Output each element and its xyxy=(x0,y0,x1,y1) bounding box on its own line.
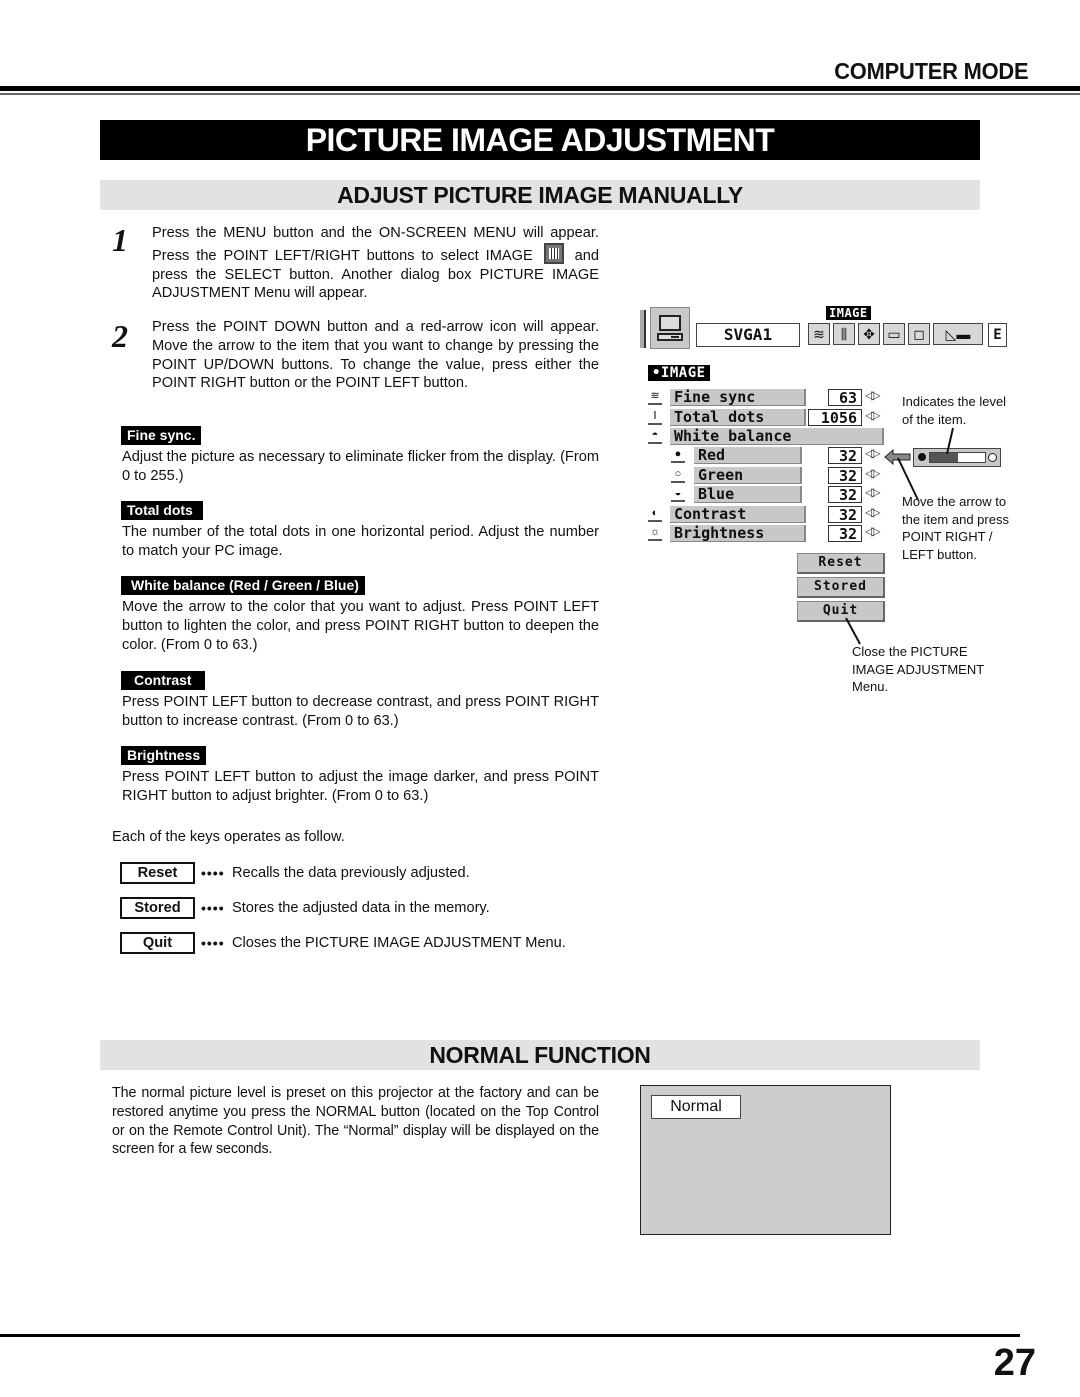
step-number: 2 xyxy=(112,318,128,354)
quit-key: Quit xyxy=(120,932,195,954)
osd-row-label[interactable]: Red xyxy=(694,447,802,464)
header-rule-thin xyxy=(0,93,1080,95)
fine-sync-icon[interactable]: ≋ xyxy=(808,323,830,345)
stored-key: Stored xyxy=(120,897,195,919)
computer-icon xyxy=(650,307,690,349)
image-adjust-icon[interactable]: ⫼ xyxy=(833,323,855,345)
reset-key: Reset xyxy=(120,862,195,884)
brightness-icon: ☼ xyxy=(648,525,662,541)
level-max-dot xyxy=(988,453,997,462)
osd-row-value: 63 xyxy=(828,389,862,407)
item-fine-sync: Fine sync. xyxy=(121,426,202,445)
item-description: Press POINT LEFT button to adjust the im… xyxy=(122,769,599,804)
osd-row-label[interactable]: Brightness xyxy=(670,525,806,542)
item-description: Adjust the picture as necessary to elimi… xyxy=(122,449,599,484)
item-tag: Brightness xyxy=(121,746,207,765)
fine-sync-icon: ≋ xyxy=(648,389,662,405)
item-description: The number of the total dots in one hori… xyxy=(122,524,599,559)
item-total-dots: Total dots xyxy=(121,501,203,520)
key-description: Recalls the data previously adjusted. xyxy=(232,865,470,881)
osd-row-label[interactable]: Total dots xyxy=(670,409,806,426)
chapter-label: COMPUTER MODE xyxy=(833,58,1028,84)
item-tag: Total dots xyxy=(121,501,203,520)
normal-description: The normal picture level is preset on th… xyxy=(112,1085,599,1158)
header-rule xyxy=(0,86,1080,91)
page-number: 27 xyxy=(993,1342,1036,1384)
keys-intro: Each of the keys operates as follow. xyxy=(112,829,345,845)
osd-row-label[interactable]: Fine sync xyxy=(670,389,806,406)
item-tag: Contrast xyxy=(121,671,205,690)
section-title-normal: NORMAL FUNCTION xyxy=(100,1040,980,1070)
red-icon: ● xyxy=(671,447,685,463)
osd-row-label[interactable]: Contrast xyxy=(670,506,806,523)
left-right-arrows-icon[interactable]: ◁▷ xyxy=(865,388,881,402)
position-icon[interactable]: ✥ xyxy=(858,323,880,345)
item-description: Press POINT LEFT button to decrease cont… xyxy=(122,694,599,729)
source-field: SVGA1 xyxy=(696,323,800,347)
image-adjust-icon xyxy=(543,242,564,264)
normal-osd-label: Normal xyxy=(651,1095,741,1119)
green-icon: ○ xyxy=(671,467,685,483)
leader-dots: •••• xyxy=(201,935,225,951)
step-number: 1 xyxy=(112,222,128,258)
quit-annotation: Close the PICTURE IMAGE ADJUSTMENT Menu. xyxy=(852,644,984,694)
item-brightness: Brightness xyxy=(121,746,207,765)
item-tag: Fine sync. xyxy=(121,426,202,445)
leader-dots: •••• xyxy=(201,865,225,881)
blue-icon: ◒ xyxy=(671,486,685,502)
topbar-truncated-item[interactable]: E xyxy=(988,323,1007,347)
step-1-text-a: Press the MENU button and the ON-SCREEN … xyxy=(152,225,599,264)
pc-adjust-icon[interactable]: ▭ xyxy=(883,323,905,345)
level-annotation: Indicates the level of the item. xyxy=(902,394,1007,427)
osd-row-label[interactable]: Blue xyxy=(694,486,802,503)
osd-topbar-separator xyxy=(640,310,646,348)
osd-row-label[interactable]: Green xyxy=(694,467,802,484)
leader-dots: •••• xyxy=(201,900,225,916)
screen-icon[interactable]: ◻ xyxy=(908,323,930,345)
footer-rule xyxy=(0,1334,1020,1337)
key-description: Closes the PICTURE IMAGE ADJUSTMENT Menu… xyxy=(232,935,566,951)
osd-menu-title: •IMAGE xyxy=(648,365,710,381)
item-white-balance: White balance (Red / Green / Blue) xyxy=(121,576,365,595)
section-title-manual: ADJUST PICTURE IMAGE MANUALLY xyxy=(100,180,980,210)
total-dots-icon: Ⅰ xyxy=(648,409,662,425)
item-tag: White balance (Red / Green / Blue) xyxy=(121,576,365,595)
page-title: PICTURE IMAGE ADJUSTMENT xyxy=(100,120,980,160)
arrow-annotation: Move the arrow to the item and press POI… xyxy=(902,494,1009,562)
item-description: Move the arrow to the color that you wan… xyxy=(122,599,599,653)
step-2-text: Press the POINT DOWN button and a red-ar… xyxy=(152,319,599,392)
white-balance-icon: ◓ xyxy=(648,428,662,444)
step-1-text: Press the MENU button and the ON-SCREEN … xyxy=(152,224,599,303)
contrast-icon: ◐ xyxy=(648,506,662,522)
key-description: Stores the adjusted data in the memory. xyxy=(232,900,490,916)
item-contrast: Contrast xyxy=(121,671,205,690)
active-menu-label: IMAGE xyxy=(826,306,871,320)
projector-icon[interactable]: ◺▬ xyxy=(933,323,983,345)
